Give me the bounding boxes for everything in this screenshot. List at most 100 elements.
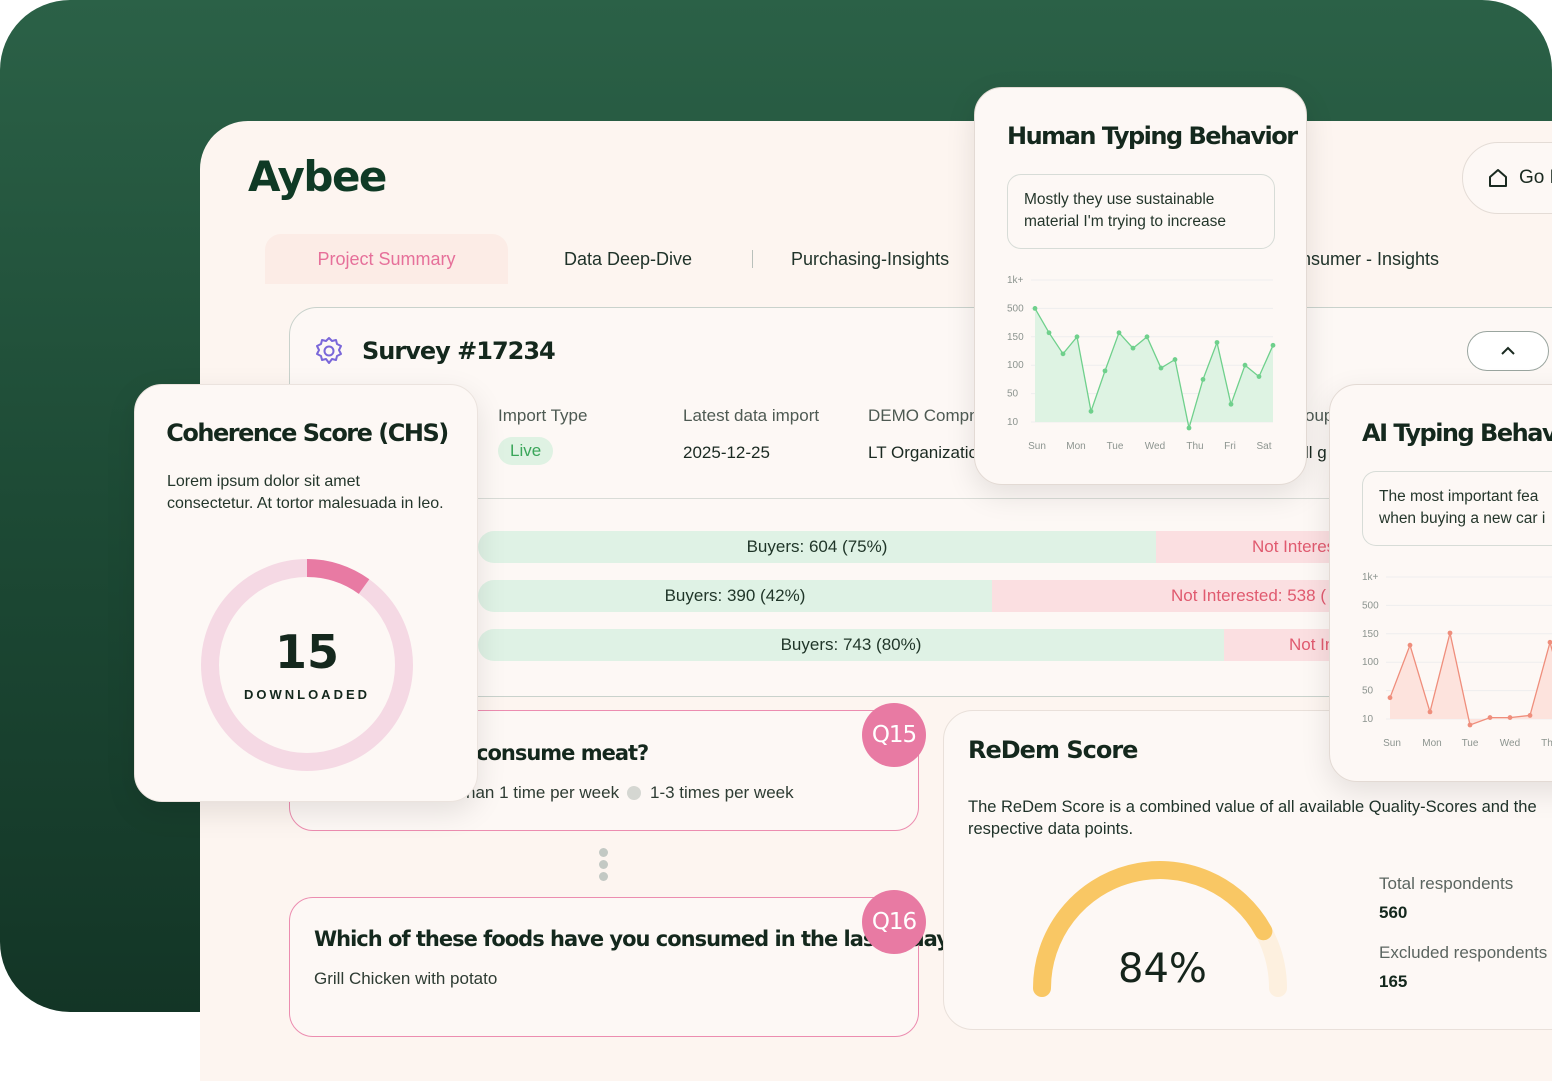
- data-point: [1158, 365, 1164, 371]
- y-tick-label: 50: [1007, 389, 1019, 400]
- human-typing-quote: Mostly they use sustainable material I'm…: [1007, 174, 1275, 249]
- tab-separator: [752, 250, 753, 268]
- y-tick-label: 10: [1362, 714, 1374, 725]
- ellipsis-dot: [599, 848, 608, 857]
- collapse-button[interactable]: [1467, 331, 1549, 371]
- answer-option: 1-3 times per week: [650, 783, 794, 802]
- go-home-label: Go H: [1519, 167, 1552, 188]
- data-point: [1172, 357, 1178, 362]
- data-point: [1102, 368, 1108, 374]
- redem-title: ReDem Score: [968, 736, 1138, 764]
- data-point: [1088, 408, 1094, 414]
- data-point: [1214, 340, 1220, 345]
- ai-typing-card: AI Typing Behavior The most important fe…: [1329, 384, 1552, 782]
- y-tick-label: 1k+: [1007, 275, 1024, 286]
- data-point: [1387, 695, 1393, 701]
- x-tick-label: Thu: [1186, 441, 1203, 452]
- group-value: ll g: [1305, 443, 1327, 462]
- quote-line: when buying a new car i: [1379, 509, 1546, 527]
- data-point: [1427, 709, 1433, 715]
- data-point: [1487, 715, 1493, 720]
- latest-import-value: 2025-12-25: [683, 443, 770, 462]
- y-tick-label: 150: [1362, 629, 1379, 640]
- quote-line: The most important fea: [1379, 488, 1539, 505]
- x-tick-label: Mon: [1066, 441, 1085, 452]
- data-point: [1186, 425, 1192, 431]
- question-title: consume meat?: [476, 741, 649, 765]
- question-card-q16[interactable]: [289, 897, 919, 1037]
- y-tick-label: 100: [1362, 657, 1379, 668]
- latest-import-label: Latest data import: [683, 406, 820, 425]
- human-typing-card: Human Typing Behavior Mostly they use su…: [974, 87, 1307, 485]
- coherence-score-card: Coherence Score (CHS) Lorem ipsum dolor …: [134, 384, 478, 802]
- app-logo: Aybee: [248, 152, 387, 201]
- gear-icon: [316, 337, 342, 364]
- x-tick-label: Fri: [1224, 441, 1236, 452]
- series-area: [1390, 633, 1552, 725]
- tab-consumer-insights[interactable]: nsumer - Insights: [1301, 234, 1439, 284]
- ai-typing-chart: 1k+ 500 150 100 50 10 Sun Mon Tue Wed Th: [1362, 572, 1552, 749]
- buyers-segment: Buyers: 604 (75%): [478, 531, 1156, 563]
- x-tick-label: Tue: [1107, 441, 1124, 452]
- total-respondents-value: 560: [1379, 903, 1408, 922]
- series-area: [1035, 308, 1273, 428]
- y-tick-label: 50: [1362, 686, 1374, 697]
- quote-line: Mostly they use sustainable: [1024, 191, 1215, 208]
- answer-option: han 1 time per week: [466, 783, 620, 802]
- data-point: [1407, 642, 1413, 648]
- human-typing-chart: 1k+ 500 150 100 50 10 Sun Mon Tue Wed Thu Fri Sat: [1007, 275, 1276, 452]
- excluded-respondents-label: Excluded respondents: [1379, 943, 1548, 962]
- total-respondents-label: Total respondents: [1379, 874, 1514, 893]
- survey-title: Survey #17234: [362, 337, 556, 365]
- data-point: [1116, 330, 1122, 336]
- data-point: [1242, 362, 1248, 368]
- buyers-segment: Buyers: 743 (80%): [478, 629, 1224, 661]
- x-tick-label: Wed: [1500, 738, 1520, 749]
- ai-typing-title: AI Typing Behavior: [1362, 419, 1552, 447]
- x-tick-label: Tue: [1462, 738, 1479, 749]
- quote-line: material I'm trying to increase: [1024, 212, 1226, 230]
- excluded-respondents-value: 165: [1379, 972, 1408, 991]
- data-point: [1046, 330, 1052, 336]
- question-badge: Q16: [862, 890, 926, 954]
- data-point: [1130, 345, 1136, 351]
- data-point: [1447, 630, 1453, 636]
- go-home-button[interactable]: Go H: [1462, 142, 1552, 214]
- y-tick-label: 10: [1007, 417, 1019, 428]
- data-point: [1270, 342, 1276, 348]
- home-icon: [1489, 169, 1507, 187]
- data-point: [1228, 401, 1234, 407]
- coherence-title: Coherence Score (CHS): [166, 419, 449, 447]
- radio-dot[interactable]: [627, 786, 641, 800]
- data-point: [1507, 715, 1513, 720]
- tab-project-summary[interactable]: Project Summary: [265, 234, 508, 284]
- x-tick-label: Sat: [1256, 441, 1271, 452]
- data-point: [1256, 374, 1262, 379]
- x-tick-label: Sun: [1028, 441, 1046, 452]
- data-point: [1547, 639, 1552, 645]
- tab-purchasing-insights[interactable]: Purchasing-Insights: [791, 234, 949, 284]
- y-tick-label: 500: [1007, 303, 1024, 314]
- y-tick-label: 500: [1362, 600, 1379, 611]
- x-tick-label: Mon: [1422, 738, 1441, 749]
- data-point: [1467, 722, 1473, 728]
- tab-bar: Project Summary Data Deep-Dive Purchasin…: [265, 234, 1552, 284]
- x-tick-label: Sun: [1383, 738, 1401, 749]
- data-point: [1527, 713, 1533, 718]
- tab-data-deep-dive[interactable]: Data Deep-Dive: [564, 234, 692, 284]
- import-type-label: Import Type: [498, 406, 588, 425]
- y-tick-label: 150: [1007, 332, 1024, 343]
- chevron-up-icon: [1501, 346, 1515, 355]
- data-point: [1032, 306, 1038, 311]
- company-label: DEMO Compn: [868, 406, 979, 425]
- data-point: [1074, 334, 1080, 340]
- redem-score-value: 84%: [1118, 946, 1207, 992]
- y-tick-label: 1k+: [1362, 572, 1379, 583]
- question-badge: Q15: [862, 703, 926, 767]
- ellipsis-dot: [599, 860, 608, 869]
- coherence-value: 15: [274, 625, 339, 679]
- answer-text: Grill Chicken with potato: [314, 969, 498, 988]
- data-point: [1060, 351, 1066, 357]
- ellipsis-dot: [599, 872, 608, 881]
- ai-typing-quote: The most important fea when buying a new…: [1362, 471, 1552, 546]
